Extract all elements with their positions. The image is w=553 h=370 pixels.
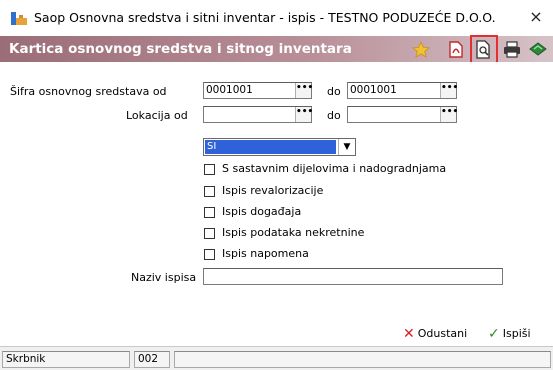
form-title: Kartica osnovnog sredstva i sitnog inven… [9, 41, 352, 57]
print-preview-highlight [470, 35, 498, 64]
sifra-from-input[interactable]: 0001001 ••• [203, 82, 313, 99]
lokacija-to-input[interactable]: ••• [347, 106, 458, 123]
type-select[interactable]: SI ▼ [203, 138, 356, 156]
checkbox-nekretnine[interactable] [204, 228, 215, 239]
checkbox-revalorizacija[interactable] [204, 186, 215, 197]
favorite-star-icon[interactable] [411, 40, 431, 59]
print-button[interactable]: ✓ Ispiši [488, 326, 531, 342]
printer-icon[interactable] [502, 40, 522, 59]
checkbox-napomene[interactable] [204, 249, 215, 260]
sifra-from-lookup-button[interactable]: ••• [295, 83, 313, 98]
cancel-button[interactable]: ✕ Odustani [403, 326, 467, 342]
window-title: Saop Osnovna sredstva i sitni inventar -… [34, 10, 496, 25]
naziv-input[interactable] [203, 268, 503, 285]
checkbox-label: Ispis podataka nekretnine [222, 226, 365, 239]
form-body: Šifra osnovnog sredstava od 0001001 ••• … [0, 62, 553, 346]
status-user-label: Skrbnik [2, 351, 130, 368]
checkbox-label: S sastavnim dijelovima i nadogradnjama [222, 162, 447, 175]
export-icon[interactable] [528, 40, 548, 59]
cancel-label: Odustani [417, 327, 468, 340]
close-button[interactable]: × [524, 6, 548, 28]
lokacija-to-lookup-button[interactable]: ••• [440, 107, 458, 122]
sifra-to-value: 0001001 [350, 84, 397, 96]
window-titlebar: Saop Osnovna sredstva i sitni inventar -… [0, 0, 553, 36]
checkmark-icon: ✓ [488, 326, 500, 342]
pdf-export-icon[interactable] [446, 40, 466, 59]
checkbox-label: Ispis napomena [222, 247, 309, 260]
app-logo-icon [10, 11, 28, 26]
chevron-down-icon[interactable]: ▼ [338, 139, 355, 155]
status-user-value: 002 [134, 351, 170, 368]
lokacija-label: Lokacija od [126, 109, 188, 122]
status-bar: Skrbnik 002 [0, 346, 553, 370]
sifra-to-lookup-button[interactable]: ••• [440, 83, 458, 98]
checkbox-label: Ispis revalorizacije [222, 184, 324, 197]
checkbox-dogadaji[interactable] [204, 207, 215, 218]
sifra-label: Šifra osnovnog sredstava od [10, 85, 167, 98]
type-select-value: SI [205, 140, 336, 154]
status-extra [174, 351, 551, 368]
lokacija-from-lookup-button[interactable]: ••• [295, 107, 313, 122]
sifra-from-value: 0001001 [206, 84, 253, 96]
checkbox-sastavni-dijelovi[interactable] [204, 164, 215, 175]
print-label: Ispiši [502, 327, 531, 340]
naziv-label: Naziv ispisa [131, 271, 197, 284]
lokacija-from-input[interactable]: ••• [203, 106, 313, 123]
sifra-do-label: do [327, 85, 341, 98]
sifra-to-input[interactable]: 0001001 ••• [347, 82, 458, 99]
cancel-x-icon: ✕ [403, 326, 415, 342]
lokacija-do-label: do [327, 109, 341, 122]
checkbox-label: Ispis događaja [222, 205, 302, 218]
